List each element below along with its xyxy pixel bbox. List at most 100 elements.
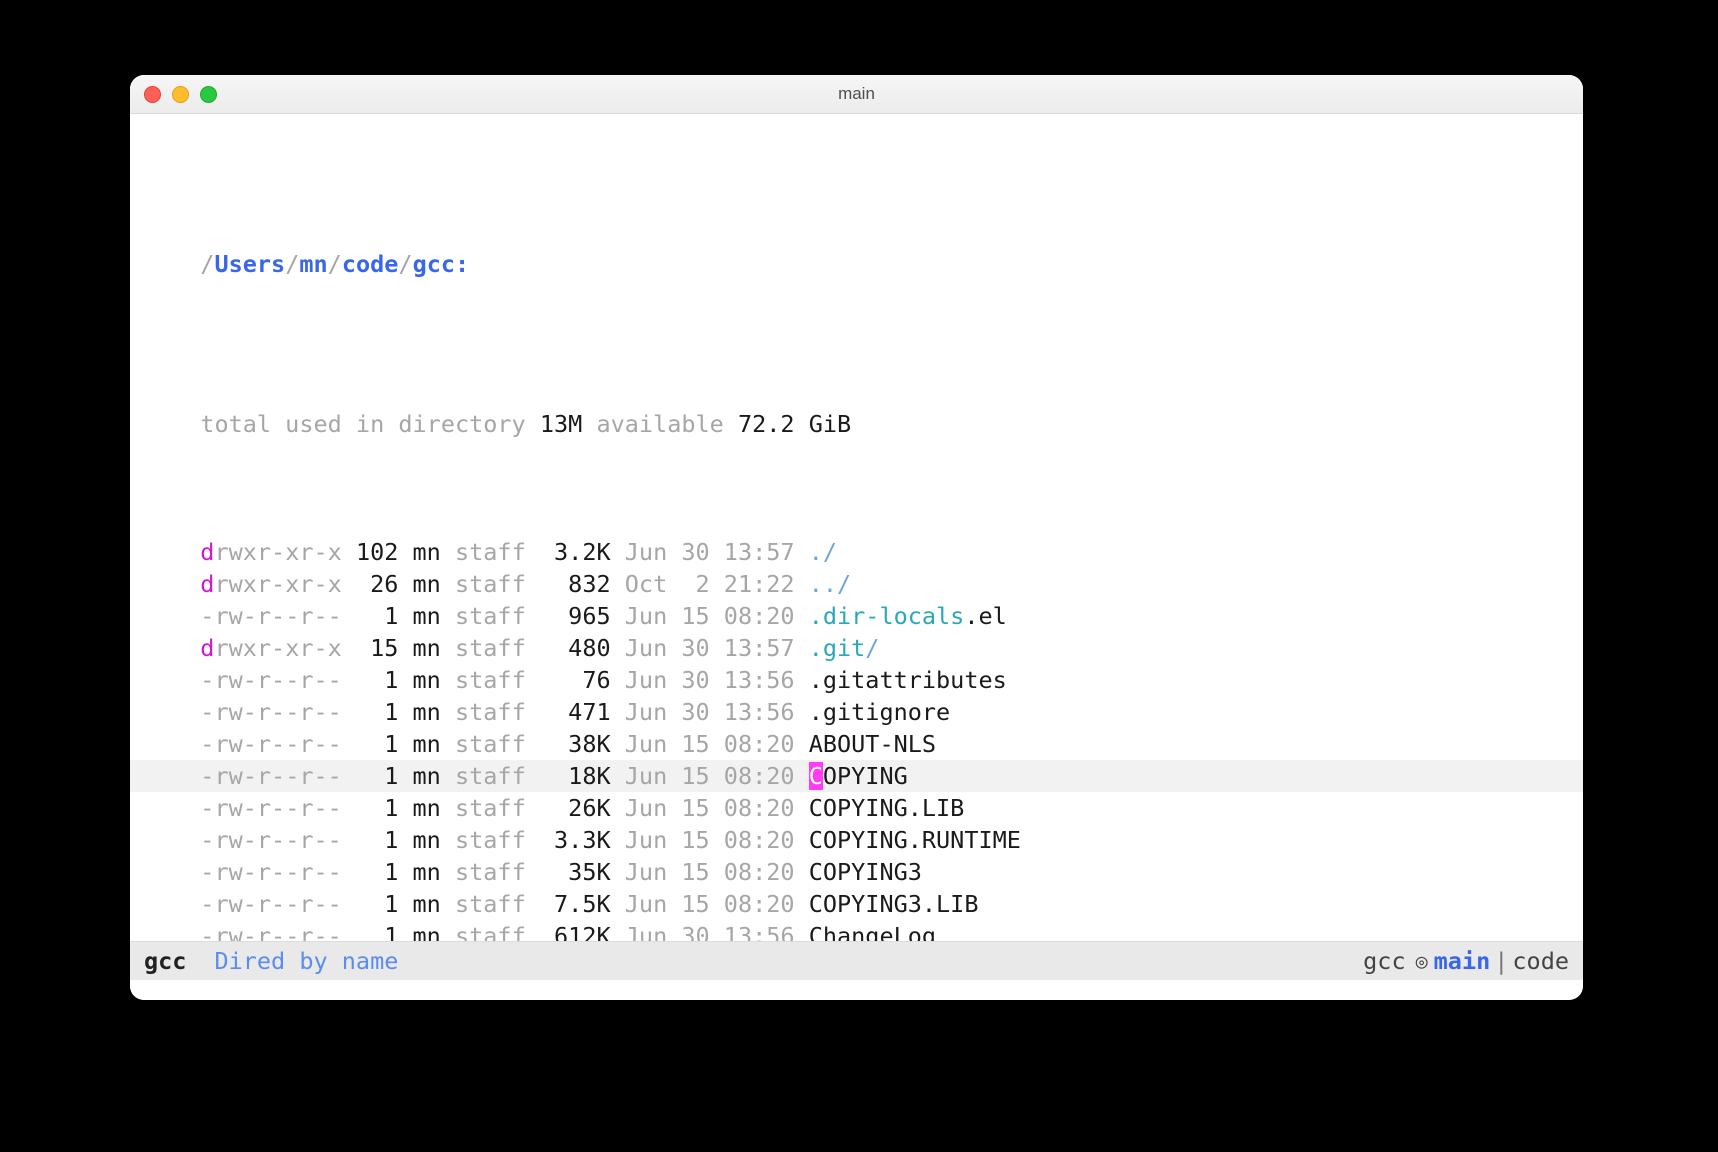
owner: mn [398, 730, 440, 758]
size: 76 [526, 666, 611, 694]
owner: mn [398, 602, 440, 630]
owner: mn [398, 762, 440, 790]
dired-entry[interactable]: -rw-r--r-- 1 mn staff 35K Jun 15 08:20 C… [130, 856, 1583, 888]
modeline-branch[interactable]: main [1434, 947, 1491, 975]
group: staff [441, 602, 526, 630]
link-count: 1 [342, 890, 399, 918]
dired-entry[interactable]: -rw-r--r-- 1 mn staff 3.3K Jun 15 08:20 … [130, 824, 1583, 856]
dired-entry[interactable]: drwxr-xr-x 15 mn staff 480 Jun 30 13:57 … [130, 632, 1583, 664]
owner: mn [398, 538, 440, 566]
owner: mn [398, 890, 440, 918]
emacs-window: main /Users/mn/code/gcc: total used in d… [130, 75, 1583, 1000]
filename[interactable]: .gitattributes [809, 666, 1007, 694]
mtime: Jun 30 13:56 [611, 698, 809, 726]
path-segment[interactable]: gcc [413, 250, 455, 278]
mtime: Jun 30 13:56 [611, 666, 809, 694]
dired-entry[interactable]: drwxr-xr-x 26 mn staff 832 Oct 2 21:22 .… [130, 568, 1583, 600]
perm-type: - [200, 890, 214, 918]
mtime: Jun 30 13:57 [611, 538, 809, 566]
perm-type: - [200, 730, 214, 758]
dired-buffer[interactable]: /Users/mn/code/gcc: total used in direct… [130, 114, 1583, 1000]
filename[interactable]: .git [809, 634, 866, 662]
dired-entry[interactable]: -rw-r--r-- 1 mn staff 76 Jun 30 13:56 .g… [130, 664, 1583, 696]
size: 38K [526, 730, 611, 758]
group: staff [441, 794, 526, 822]
perm-bits: rw-r--r-- [214, 890, 341, 918]
perm-type: d [200, 634, 214, 662]
size: 18K [526, 762, 611, 790]
filename[interactable]: .dir-locals [809, 602, 965, 630]
traffic-lights [130, 86, 217, 103]
filename[interactable]: ./ [809, 538, 837, 566]
mtime: Jun 15 08:20 [611, 794, 809, 822]
path-segment[interactable]: Users [214, 250, 285, 278]
dired-summary-row: total used in directory 13M available 72… [130, 408, 1583, 440]
perm-bits: rwxr-xr-x [214, 538, 341, 566]
perm-bits: rw-r--r-- [214, 826, 341, 854]
filename[interactable]: .gitignore [809, 698, 950, 726]
mtime: Jun 30 13:57 [611, 634, 809, 662]
size: 965 [526, 602, 611, 630]
close-icon[interactable] [144, 86, 161, 103]
link-count: 1 [342, 826, 399, 854]
perm-type: - [200, 826, 214, 854]
group: staff [441, 730, 526, 758]
link-count: 1 [342, 602, 399, 630]
link-count: 1 [342, 666, 399, 694]
perm-bits: rw-r--r-- [214, 698, 341, 726]
size: 480 [526, 634, 611, 662]
dired-entry[interactable]: -rw-r--r-- 1 mn staff 38K Jun 15 08:20 A… [130, 728, 1583, 760]
filename[interactable]: COPYING.LIB [809, 794, 965, 822]
link-count: 26 [342, 570, 399, 598]
group: staff [441, 570, 526, 598]
size: 26K [526, 794, 611, 822]
minimize-icon[interactable] [172, 86, 189, 103]
filename[interactable]: COPYING3.LIB [809, 890, 979, 918]
perm-type: - [200, 698, 214, 726]
group: staff [441, 858, 526, 886]
filename[interactable]: OPYING [823, 762, 908, 790]
dired-path-row: /Users/mn/code/gcc: [130, 248, 1583, 280]
titlebar[interactable]: main [130, 75, 1583, 114]
perm-type: - [200, 762, 214, 790]
dired-entry[interactable]: -rw-r--r-- 1 mn staff 471 Jun 30 13:56 .… [130, 696, 1583, 728]
gutter [134, 568, 172, 600]
perm-type: - [200, 666, 214, 694]
perm-bits: rw-r--r-- [214, 762, 341, 790]
filename-ext[interactable]: .el [964, 602, 1006, 630]
dired-entry[interactable]: -rw-r--r-- 1 mn staff 26K Jun 15 08:20 C… [130, 792, 1583, 824]
filename[interactable]: COPYING.RUNTIME [809, 826, 1021, 854]
zoom-icon[interactable] [200, 86, 217, 103]
gutter [134, 248, 172, 280]
owner: mn [398, 826, 440, 854]
size: 7.5K [526, 890, 611, 918]
filename[interactable]: ABOUT-NLS [809, 730, 936, 758]
dired-entry[interactable]: -rw-r--r-- 1 mn staff 18K Jun 15 08:20 C… [130, 760, 1583, 792]
size: 832 [526, 570, 611, 598]
gutter [134, 824, 172, 856]
path-segment[interactable]: code [342, 250, 399, 278]
dired-entry[interactable]: -rw-r--r-- 1 mn staff 7.5K Jun 15 08:20 … [130, 888, 1583, 920]
owner: mn [398, 698, 440, 726]
group: staff [441, 538, 526, 566]
perm-bits: rw-r--r-- [214, 666, 341, 694]
gutter [134, 856, 172, 888]
gutter [134, 408, 172, 440]
dired-entry[interactable]: drwxr-xr-x 102 mn staff 3.2K Jun 30 13:5… [130, 536, 1583, 568]
gutter [134, 696, 172, 728]
filename[interactable]: ../ [809, 570, 851, 598]
perm-bits: rw-r--r-- [214, 794, 341, 822]
dired-entry[interactable]: -rw-r--r-- 1 mn staff 965 Jun 15 08:20 .… [130, 600, 1583, 632]
modeline-major-mode[interactable]: Dired by name [214, 947, 398, 975]
path-segment[interactable]: mn [299, 250, 327, 278]
perm-type: d [200, 538, 214, 566]
filename[interactable]: COPYING3 [809, 858, 922, 886]
perm-type: - [200, 794, 214, 822]
perm-type: - [200, 858, 214, 886]
modeline-buffer-name[interactable]: gcc [144, 947, 186, 975]
gutter [134, 664, 172, 696]
filename-ext[interactable]: / [865, 634, 879, 662]
mtime: Jun 15 08:20 [611, 762, 809, 790]
mtime: Jun 15 08:20 [611, 730, 809, 758]
echo-area[interactable] [130, 980, 1583, 1000]
